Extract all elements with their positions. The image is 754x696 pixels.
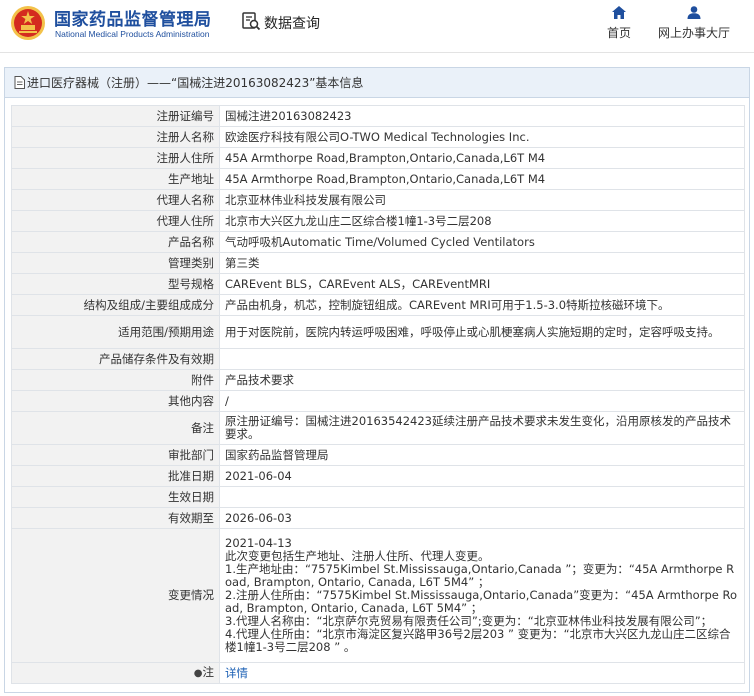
details-link[interactable]: 详情 (225, 666, 248, 680)
table-row: 产品名称 气动呼吸机Automatic Time/Volumed Cycled V… (11, 231, 745, 253)
home-icon (612, 6, 626, 19)
site-header: 国家药品监督管理局 National Medical Products Admi… (0, 0, 754, 48)
field-label: 产品名称 (11, 231, 220, 253)
field-value: 45A Armthorpe Road,Brampton,Ontario,Cana… (219, 168, 745, 190)
table-row: 代理人名称 北京亚林伟业科技发展有限公司 (11, 189, 745, 211)
field-value: 国械注进20163082423 (219, 105, 745, 127)
field-label: 型号规格 (11, 273, 220, 295)
nav-home-link[interactable]: 首页 (598, 6, 640, 44)
table-row: 生效日期 (11, 486, 745, 508)
field-label: 注册人名称 (11, 126, 220, 148)
note-label: ●注 (11, 662, 220, 684)
data-query-label: 数据查询 (264, 16, 320, 32)
info-panel: 进口医疗器械（注册）——“国械注进20163082423”基本信息 注册证编号国… (4, 67, 750, 693)
field-value: 气动呼吸机Automatic Time/Volumed Cycled Venti… (219, 231, 745, 253)
note-key: 注 (202, 665, 215, 679)
nav-home-label: 首页 (606, 26, 631, 40)
field-label: 产品储存条件及有效期 (11, 348, 220, 370)
table-row: 附件 产品技术要求 (11, 369, 745, 391)
field-value: 产品技术要求 (219, 369, 745, 391)
nav-online-hall-link[interactable]: 网上办事大厅 (655, 6, 733, 44)
table-row: 适用范围/预期用途 用于对医院前，医院内转运呼吸困难，呼吸停止或心肌梗塞病人实施短… (11, 315, 745, 349)
field-value (219, 348, 745, 370)
field-label: 代理人住所 (11, 210, 220, 232)
table-row: 批准日期 2021-06-04 (11, 465, 745, 487)
field-value: 2021-06-04 (219, 465, 745, 487)
national-emblem-icon (11, 6, 45, 40)
field-label: 管理类别 (11, 252, 220, 274)
field-value: CAREvent BLS，CAREvent ALS，CAREventMRI (219, 273, 745, 295)
table-row: 其他内容 / (11, 390, 745, 412)
table-row: 管理类别 第三类 (11, 252, 745, 274)
change-history: 2021-04-13 此次变更包括生产地址、注册人住所、代理人变更。 1.生产地… (219, 528, 745, 663)
site-title-cn: 国家药品监督管理局 (54, 10, 212, 30)
field-value: 欧途医疗科技有限公司O-TWO Medical Technologies Inc… (219, 126, 745, 148)
field-value: 北京亚林伟业科技发展有限公司 (219, 189, 745, 211)
field-value: 产品由机身，机芯，控制旋钮组成。CAREvent MRI可用于1.5-3.0特斯… (219, 294, 745, 316)
table-row: 代理人住所 北京市大兴区九龙山庄二区综合楼1幢1-3号二层208 (11, 210, 745, 232)
table-row: 注册人名称 欧途医疗科技有限公司O-TWO Medical Technologie… (11, 126, 745, 148)
field-value: / (219, 390, 745, 412)
table-row: 生产地址 45A Armthorpe Road,Brampton,Ontario,… (11, 168, 745, 190)
data-query-icon (242, 12, 261, 31)
table-row: 结构及组成/主要组成成分 产品由机身，机芯，控制旋钮组成。CAREvent MRI… (11, 294, 745, 316)
info-table: 注册证编号 国械注进20163082423 注册人名称 欧途医疗科技有限公司O-TW… (11, 105, 745, 684)
pin-icon: ● (193, 668, 203, 679)
change-line: 4.代理人住所由：“北京市海淀区复兴路甲36号2层203 ” 变更为：“北京市大… (225, 627, 731, 654)
panel-title-bar: 进口医疗器械（注册）——“国械注进20163082423”基本信息 (5, 68, 749, 98)
field-label: 附件 (11, 369, 220, 391)
field-label: 代理人名称 (11, 189, 220, 211)
table-row: 审批部门 国家药品监督管理局 (11, 444, 745, 466)
field-value (219, 486, 745, 508)
field-label: 备注 (11, 411, 220, 445)
field-value: 原注册证编号：国械注进20163542423延续注册产品技术要求未发生变化，沿用… (219, 411, 745, 445)
field-label: 其他内容 (11, 390, 220, 412)
user-icon (687, 6, 701, 19)
table-row: 型号规格 CAREvent BLS，CAREvent ALS，CAREventMR… (11, 273, 745, 295)
field-label: 审批部门 (11, 444, 220, 466)
field-value: 用于对医院前，医院内转运呼吸困难，呼吸停止或心肌梗塞病人实施短期的定时，定容呼吸… (219, 315, 745, 349)
table-row: 变更情况 2021-04-13 此次变更包括生产地址、注册人住所、代理人变更。 … (11, 528, 745, 663)
change-line: 2.注册人住所由：“7575Kimbel St.Mississauga,Onta… (225, 588, 737, 615)
site-title-en: National Medical Products Administration (55, 29, 210, 39)
field-label: 结构及组成/主要组成成分 (11, 294, 220, 316)
table-row: 产品储存条件及有效期 (11, 348, 745, 370)
field-label: 注册证编号 (11, 105, 220, 127)
field-label: 变更情况 (11, 528, 220, 663)
table-row: 注册人住所 45A Armthorpe Road,Brampton,Ontario… (11, 147, 745, 169)
field-label: 生效日期 (11, 486, 220, 508)
table-row: 备注 原注册证编号：国械注进20163542423延续注册产品技术要求未发生变化，… (11, 411, 745, 445)
nav-online-hall-label: 网上办事大厅 (657, 26, 730, 40)
field-value: 2026-06-03 (219, 507, 745, 529)
panel-title: 进口医疗器械（注册）——“国械注进20163082423”基本信息 (27, 76, 364, 90)
note-value: 详情 (219, 662, 745, 684)
field-value: 第三类 (219, 252, 745, 274)
field-value: 北京市大兴区九龙山庄二区综合楼1幢1-3号二层208 (219, 210, 745, 232)
field-value: 国家药品监督管理局 (219, 444, 745, 466)
change-line: 1.生产地址由：“7575Kimbel St.Mississauga,Ontar… (225, 562, 735, 589)
document-icon (14, 76, 25, 89)
field-label: 生产地址 (11, 168, 220, 190)
field-label: 有效期至 (11, 507, 220, 529)
table-row: 注册证编号 国械注进20163082423 (11, 105, 745, 127)
field-label: 批准日期 (11, 465, 220, 487)
table-row: ●注 详情 (11, 662, 745, 684)
table-row: 有效期至 2026-06-03 (11, 507, 745, 529)
field-label: 注册人住所 (11, 147, 220, 169)
header-divider (0, 52, 754, 53)
field-value: 45A Armthorpe Road,Brampton,Ontario,Cana… (219, 147, 745, 169)
field-label: 适用范围/预期用途 (11, 315, 220, 349)
